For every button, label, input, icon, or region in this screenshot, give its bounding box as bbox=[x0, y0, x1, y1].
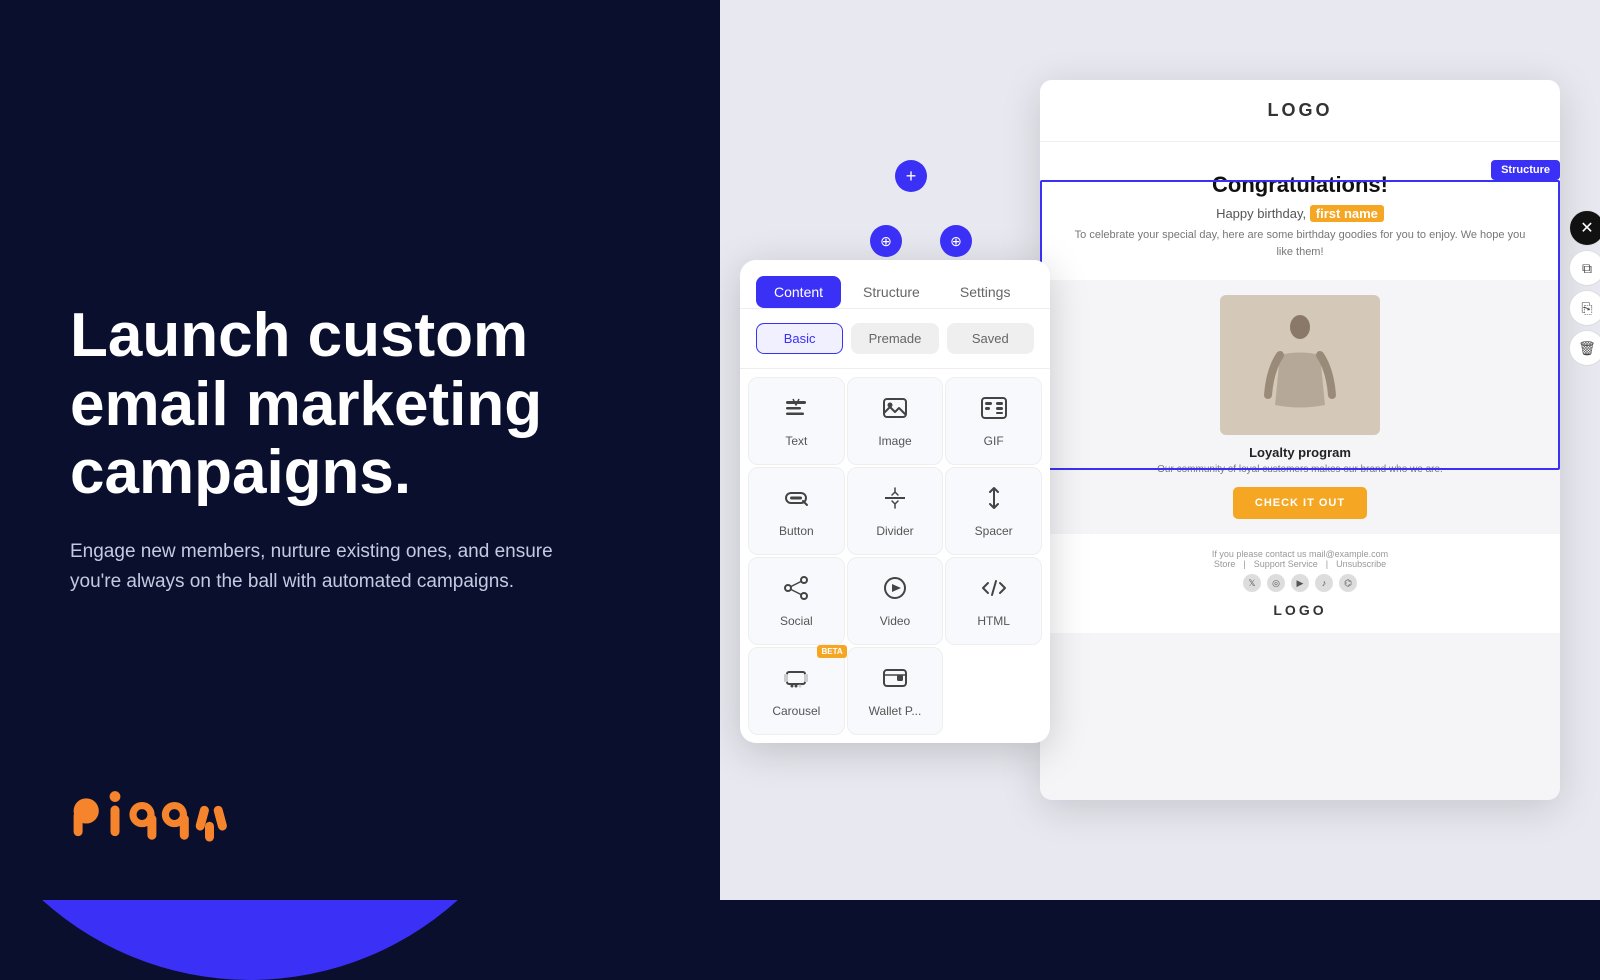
product-image bbox=[1220, 295, 1380, 435]
editor-container: LOGO Congratulations! Happy birthday, fi… bbox=[740, 60, 1560, 840]
twitter-icon: 𝕏 bbox=[1243, 574, 1261, 592]
video-icon bbox=[881, 574, 909, 606]
panel-subtabs: Basic Premade Saved bbox=[740, 309, 1050, 369]
gif-label: GIF bbox=[984, 434, 1004, 448]
spacer-label: Spacer bbox=[975, 524, 1013, 538]
elements-grid: Text Image bbox=[740, 369, 1050, 743]
element-carousel[interactable]: Carousel bbox=[748, 647, 845, 735]
content-panel: Content Structure Settings Basic Premade… bbox=[740, 260, 1050, 743]
element-button[interactable]: Button bbox=[748, 467, 845, 555]
tab-structure[interactable]: Structure bbox=[845, 276, 938, 308]
video-label: Video bbox=[880, 614, 910, 628]
divider-icon bbox=[881, 484, 909, 516]
subtab-saved[interactable]: Saved bbox=[947, 323, 1034, 354]
wallet-label: Wallet P... bbox=[869, 704, 922, 718]
footer-logo: LOGO bbox=[1060, 602, 1540, 618]
html-label: HTML bbox=[977, 614, 1010, 628]
birthday-highlight: first name bbox=[1310, 205, 1384, 222]
element-wallet[interactable]: Wallet P... bbox=[847, 647, 944, 735]
social-icons: 𝕏 ◎ ▶ ♪ ⌬ bbox=[1060, 574, 1540, 592]
element-social[interactable]: Social bbox=[748, 557, 845, 645]
copy-button[interactable]: ⎘ bbox=[1569, 290, 1600, 326]
structure-badge[interactable]: Structure bbox=[1491, 160, 1560, 180]
footer-link-support[interactable]: Support Service bbox=[1254, 559, 1318, 569]
hero-subtitle: Engage new members, nurture existing one… bbox=[70, 537, 590, 598]
subtab-basic[interactable]: Basic bbox=[756, 323, 843, 354]
tab-settings[interactable]: Settings bbox=[942, 276, 1029, 308]
social-label: Social bbox=[780, 614, 813, 628]
carousel-icon bbox=[782, 664, 810, 696]
move-handle-2[interactable]: ⊕ bbox=[940, 225, 972, 257]
close-button[interactable]: ✕ bbox=[1569, 210, 1600, 246]
html-icon bbox=[980, 574, 1008, 606]
email-header-logo: LOGO bbox=[1040, 80, 1560, 142]
button-label: Button bbox=[779, 524, 814, 538]
delete-button[interactable]: 🗑 bbox=[1569, 330, 1600, 366]
subtab-premade[interactable]: Premade bbox=[851, 323, 938, 354]
product-desc: Our community of loyal customers makes o… bbox=[1157, 464, 1443, 475]
footer-link-unsubscribe[interactable]: Unsubscribe bbox=[1336, 559, 1386, 569]
discord-icon: ⌬ bbox=[1339, 574, 1357, 592]
element-divider[interactable]: Divider bbox=[847, 467, 944, 555]
cta-button[interactable]: CHECK IT OUT bbox=[1233, 487, 1367, 519]
email-congrats-section: Congratulations! Happy birthday, first n… bbox=[1040, 142, 1560, 280]
carousel-label: Carousel bbox=[772, 704, 820, 718]
element-spacer[interactable]: Spacer bbox=[945, 467, 1042, 555]
piggy-logo bbox=[70, 785, 250, 845]
left-panel: Launch custom email marketing campaigns.… bbox=[0, 0, 720, 900]
tiktok-icon: ♪ bbox=[1315, 574, 1333, 592]
email-product-section: Loyalty program Our community of loyal c… bbox=[1040, 280, 1560, 534]
element-image[interactable]: Image bbox=[847, 377, 944, 465]
email-body-text: To celebrate your special day, here are … bbox=[1065, 227, 1535, 260]
email-preview: LOGO Congratulations! Happy birthday, fi… bbox=[1040, 80, 1560, 800]
right-panel: LOGO Congratulations! Happy birthday, fi… bbox=[700, 0, 1600, 900]
element-text[interactable]: Text bbox=[748, 377, 845, 465]
element-gif[interactable]: GIF bbox=[945, 377, 1042, 465]
hero-title: Launch custom email marketing campaigns. bbox=[70, 302, 650, 507]
text-label: Text bbox=[785, 434, 807, 448]
tab-content[interactable]: Content bbox=[756, 276, 841, 308]
toolbar-buttons: ✕ ⧉ ⎘ 🗑 bbox=[1569, 210, 1600, 366]
image-icon bbox=[881, 394, 909, 426]
add-section-button[interactable]: + bbox=[895, 160, 927, 192]
text-icon bbox=[782, 394, 810, 426]
move-handle-1[interactable]: ⊕ bbox=[870, 225, 902, 257]
product-title: Loyalty program bbox=[1249, 445, 1351, 460]
beta-badge: BETA bbox=[817, 645, 846, 658]
button-icon bbox=[782, 484, 810, 516]
element-carousel-wrapper: Carousel BETA bbox=[748, 647, 845, 735]
duplicate-button[interactable]: ⧉ bbox=[1569, 250, 1600, 286]
youtube-icon: ▶ bbox=[1291, 574, 1309, 592]
email-birthday-line: Happy birthday, first name bbox=[1065, 206, 1535, 221]
email-footer: If you please contact us mail@example.co… bbox=[1040, 534, 1560, 633]
element-video[interactable]: Video bbox=[847, 557, 944, 645]
divider-label: Divider bbox=[876, 524, 913, 538]
social-icon bbox=[782, 574, 810, 606]
email-congrats-title: Congratulations! bbox=[1065, 172, 1535, 198]
footer-link-store[interactable]: Store bbox=[1214, 559, 1236, 569]
footer-contact: If you please contact us mail@example.co… bbox=[1060, 549, 1540, 559]
element-html[interactable]: HTML bbox=[945, 557, 1042, 645]
image-label: Image bbox=[878, 434, 911, 448]
footer-links: Store | Support Service | Unsubscribe bbox=[1060, 559, 1540, 569]
wallet-icon bbox=[881, 664, 909, 696]
spacer-icon bbox=[980, 484, 1008, 516]
instagram-icon: ◎ bbox=[1267, 574, 1285, 592]
panel-tabs: Content Structure Settings bbox=[740, 260, 1050, 309]
gif-icon bbox=[980, 394, 1008, 426]
